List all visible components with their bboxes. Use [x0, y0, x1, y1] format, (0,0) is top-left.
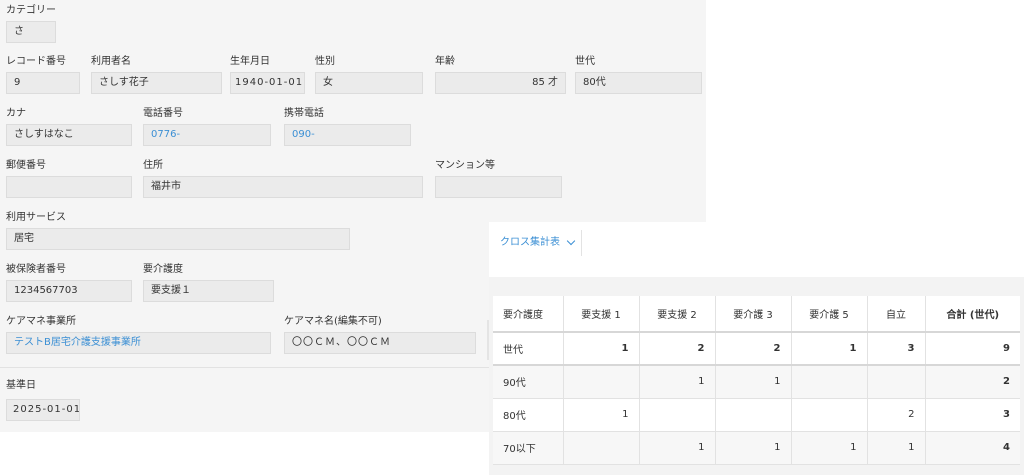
table-row: 80代 1 2 3 — [493, 398, 1020, 432]
age-label: 年齢 — [435, 56, 455, 67]
table-cell[interactable]: 1 — [714, 431, 791, 465]
address-label: 住所 — [143, 160, 163, 171]
header-support-1[interactable]: 要支援 1 — [562, 296, 639, 333]
category-label: カテゴリー — [6, 5, 56, 16]
mansion-field[interactable] — [435, 176, 562, 198]
kana-label: カナ — [6, 108, 26, 119]
gender-field[interactable]: 女 — [315, 72, 423, 94]
table-cell[interactable]: 2 — [866, 398, 925, 432]
care-office-field[interactable]: テストB居宅介護支援事業所 — [6, 332, 271, 354]
care-manager-label: ケアマネ名(編集不可) — [284, 316, 382, 327]
user-name-label: 利用者名 — [91, 56, 131, 67]
care-level-label: 要介護度 — [143, 264, 183, 275]
table-cell-total[interactable]: 4 — [924, 431, 1020, 465]
header-independent[interactable]: 自立 — [866, 296, 925, 333]
user-name-field[interactable]: さしす花子 — [91, 72, 222, 94]
row-label: 70以下 — [493, 431, 563, 465]
header-total[interactable]: 合計 (世代) — [924, 296, 1020, 333]
care-level-field[interactable]: 要支援１ — [143, 280, 274, 302]
care-office-label: ケアマネ事業所 — [6, 316, 76, 327]
table-cell[interactable] — [790, 398, 867, 432]
generation-field[interactable]: 80代 — [575, 72, 702, 94]
mansion-label: マンション等 — [435, 160, 495, 171]
postal-label: 郵便番号 — [6, 160, 46, 171]
header-support-2[interactable]: 要支援 2 — [638, 296, 715, 333]
care-manager-field: 〇〇ＣＭ、〇〇ＣＭ — [284, 332, 476, 354]
crosstab-table: 要介護度 要支援 1 要支援 2 要介護 3 要介護 5 自立 合計 (世代) … — [493, 296, 1020, 465]
table-cell-total[interactable]: 9 — [924, 332, 1020, 366]
table-row: 70以下 1 1 1 1 4 — [493, 431, 1020, 465]
chevron-down-icon — [566, 236, 576, 246]
table-row: 世代 1 2 2 1 3 9 — [493, 332, 1020, 366]
row-label: 90代 — [493, 365, 563, 399]
table-cell[interactable] — [562, 431, 639, 465]
view-select-label: クロス集計表 — [500, 237, 560, 248]
insured-no-field[interactable]: 1234567703 — [6, 280, 132, 302]
table-cell[interactable]: 2 — [638, 332, 715, 366]
table-cell[interactable]: 1 — [562, 398, 639, 432]
mobile-label: 携帯電話 — [284, 108, 324, 119]
base-date-field[interactable]: 2025-01-01 — [6, 399, 80, 421]
address-field[interactable]: 福井市 — [143, 176, 423, 198]
table-cell[interactable] — [714, 398, 791, 432]
header-care-5[interactable]: 要介護 5 — [790, 296, 867, 333]
table-cell[interactable]: 1 — [790, 332, 867, 366]
row-label: 80代 — [493, 398, 563, 432]
row-label: 世代 — [493, 332, 563, 366]
phone-label: 電話番号 — [143, 108, 183, 119]
table-cell[interactable]: 1 — [866, 431, 925, 465]
table-cell-total[interactable]: 3 — [924, 398, 1020, 432]
postal-field[interactable] — [6, 176, 132, 198]
phone-field[interactable]: 0776- — [143, 124, 271, 146]
table-cell[interactable]: 1 — [638, 365, 715, 399]
age-field[interactable]: 85 才 — [435, 72, 566, 94]
mobile-field[interactable]: 090- — [284, 124, 411, 146]
birthdate-label: 生年月日 — [230, 56, 270, 67]
table-cell[interactable] — [638, 398, 715, 432]
crosstab-header-row: 要介護度 要支援 1 要支援 2 要介護 3 要介護 5 自立 合計 (世代) — [493, 296, 1020, 333]
table-cell[interactable]: 1 — [714, 365, 791, 399]
view-select-dropdown[interactable]: クロス集計表 — [493, 230, 582, 256]
header-care-level[interactable]: 要介護度 — [493, 296, 563, 333]
table-cell[interactable]: 1 — [638, 431, 715, 465]
table-cell[interactable] — [866, 365, 925, 399]
base-date-label: 基準日 — [6, 380, 36, 391]
table-cell[interactable]: 1 — [562, 332, 639, 366]
birthdate-field[interactable]: 1940-01-01 — [230, 72, 305, 94]
table-cell[interactable] — [790, 365, 867, 399]
table-cell[interactable]: 2 — [714, 332, 791, 366]
record-no-label: レコード番号 — [6, 56, 66, 67]
table-cell[interactable]: 1 — [790, 431, 867, 465]
table-cell[interactable]: 3 — [866, 332, 925, 366]
generation-label: 世代 — [575, 56, 595, 67]
table-cell[interactable] — [562, 365, 639, 399]
gender-label: 性別 — [315, 56, 335, 67]
table-cell-total[interactable]: 2 — [924, 365, 1020, 399]
table-row: 90代 1 1 2 — [493, 365, 1020, 399]
service-label: 利用サービス — [6, 212, 66, 223]
category-field[interactable]: さ — [6, 21, 56, 43]
kana-field[interactable]: さしすはなこ — [6, 124, 132, 146]
insured-no-label: 被保険者番号 — [6, 264, 66, 275]
service-field[interactable]: 居宅 — [6, 228, 350, 250]
record-no-field[interactable]: 9 — [6, 72, 80, 94]
header-care-3[interactable]: 要介護 3 — [714, 296, 791, 333]
